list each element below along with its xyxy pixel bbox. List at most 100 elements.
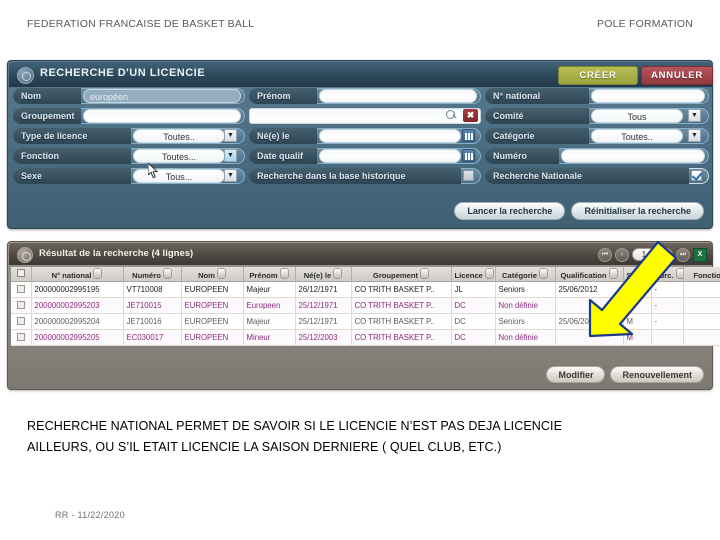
- field-sexe: Sexe Tous... ▼: [13, 168, 245, 184]
- field-type-licence: Type de licence Toutes.. ▼: [13, 128, 245, 144]
- field-comite-label: Comité: [485, 108, 589, 124]
- row-select-cell[interactable]: [11, 329, 32, 346]
- cell-n-national: 200000002995203: [31, 297, 124, 314]
- col-licence[interactable]: Licence: [451, 267, 496, 282]
- chevron-down-icon[interactable]: ▼: [224, 149, 237, 162]
- col-fonctions[interactable]: Fonctions: [683, 267, 720, 282]
- col-qualification[interactable]: Qualification: [555, 267, 624, 282]
- numero-input[interactable]: [561, 149, 705, 163]
- col-label: Groupement: [372, 271, 419, 280]
- sort-icon[interactable]: [420, 268, 430, 279]
- prenom-input[interactable]: [319, 89, 477, 103]
- field-groupement: Groupement: [13, 108, 245, 124]
- application-screenshot: RECHERCHE D'UN LICENCIE CRÉER ANNULER No…: [7, 60, 720, 390]
- col-categorie[interactable]: Catégorie: [495, 267, 556, 282]
- table-row[interactable]: 200000002995205 EC030017 EUROPEEN Mineur…: [11, 329, 720, 346]
- col-nee-le[interactable]: Né(e) le: [295, 267, 352, 282]
- chevron-down-icon[interactable]: ▼: [224, 129, 237, 142]
- nee-le-input[interactable]: [319, 129, 461, 143]
- last-page-button[interactable]: ⏭: [676, 247, 690, 262]
- cell-licence: DC: [451, 297, 496, 314]
- sort-icon[interactable]: [162, 268, 172, 279]
- sort-icon[interactable]: [333, 268, 343, 279]
- groupement-input[interactable]: [83, 109, 241, 123]
- chevron-down-icon[interactable]: ▼: [224, 169, 237, 182]
- field-nom-label: Nom: [13, 88, 81, 104]
- n-national-input[interactable]: [591, 89, 705, 103]
- search-form-column-middle: Prénom ✖ Né(e) le Date qualif Recherche …: [249, 88, 481, 188]
- type-licence-select[interactable]: Toutes..: [133, 129, 225, 143]
- first-page-button[interactable]: ⏮: [598, 247, 612, 262]
- row-checkbox[interactable]: [16, 316, 25, 325]
- col-label: Fonctions: [693, 271, 720, 280]
- col-n-national[interactable]: N° national: [31, 267, 124, 282]
- lancer-recherche-button[interactable]: Lancer la recherche: [454, 202, 566, 220]
- cell-groupement: CO TRITH BASKET P..: [351, 297, 452, 314]
- base-historique-checkbox[interactable]: [463, 170, 474, 181]
- chevron-down-icon[interactable]: ▼: [688, 109, 701, 122]
- col-nom[interactable]: Nom: [181, 267, 244, 282]
- cell-qualification: [555, 329, 624, 346]
- calendar-icon[interactable]: [462, 149, 475, 162]
- col-prenom[interactable]: Prénom: [243, 267, 296, 282]
- recherche-nationale-checkbox[interactable]: [691, 170, 702, 181]
- next-page-button[interactable]: ›: [659, 247, 673, 262]
- field-numero-label: Numéro: [485, 148, 559, 164]
- prev-page-button[interactable]: ‹: [615, 247, 629, 262]
- field-prenom: Prénom: [249, 88, 481, 104]
- row-checkbox[interactable]: [16, 332, 25, 341]
- field-type-licence-label: Type de licence: [13, 128, 131, 144]
- sort-icon[interactable]: [93, 268, 103, 279]
- calendar-icon[interactable]: [462, 129, 475, 142]
- clear-icon[interactable]: ✖: [463, 109, 478, 122]
- sort-icon[interactable]: [539, 268, 549, 279]
- table-row[interactable]: 200000002995195 VT710008 EUROPEEN Majeur…: [11, 281, 720, 298]
- chevron-down-icon[interactable]: ▼: [688, 129, 701, 142]
- date-qualif-input[interactable]: [319, 149, 461, 163]
- cell-n-national: 200000002995204: [31, 313, 124, 330]
- row-checkbox[interactable]: [16, 300, 25, 309]
- row-select-cell[interactable]: [11, 281, 32, 298]
- search-icon[interactable]: [446, 110, 457, 121]
- cell-numero: JE710015: [123, 297, 182, 314]
- results-title: Résultat de la recherche (4 lignes): [39, 248, 193, 259]
- cell-sexe: M: [623, 313, 652, 330]
- sort-icon[interactable]: [216, 268, 226, 279]
- row-select-cell[interactable]: [11, 297, 32, 314]
- col-groupement[interactable]: Groupement: [351, 267, 452, 282]
- reinitialiser-recherche-button[interactable]: Réinitialiser la recherche: [571, 202, 704, 220]
- renouvellement-button[interactable]: Renouvellement: [610, 366, 704, 383]
- results-panel: Résultat de la recherche (4 lignes) ⏮ ‹ …: [7, 241, 720, 390]
- table-row[interactable]: 200000002995204 JE710016 EUROPEEN Majeur…: [11, 313, 720, 330]
- cell-nom: EUROPEEN: [181, 281, 244, 298]
- col-numero[interactable]: Numéro: [123, 267, 182, 282]
- cell-surc: -: [651, 313, 684, 330]
- search-form-column-right: N° national Comité Tous ▼ Catégorie Tout…: [485, 88, 709, 188]
- row-select-cell[interactable]: [11, 313, 32, 330]
- select-all-checkbox[interactable]: [16, 269, 25, 277]
- cell-surc: -: [651, 281, 684, 298]
- comite-select[interactable]: Tous: [591, 109, 683, 123]
- slide-root: FEDERATION FRANCAISE DE BASKET BALL POLE…: [0, 0, 720, 540]
- row-checkbox[interactable]: [16, 284, 25, 293]
- categorie-select[interactable]: Toutes..: [591, 129, 683, 143]
- sexe-select[interactable]: Tous...: [133, 169, 225, 183]
- sort-icon[interactable]: [484, 268, 494, 279]
- sort-icon[interactable]: [608, 268, 618, 279]
- results-title-text: Résultat de la recherche: [39, 248, 149, 259]
- cell-nee-le: 25/12/1971: [295, 297, 352, 314]
- excel-export-icon[interactable]: X: [693, 247, 707, 262]
- select-all-header[interactable]: [11, 267, 32, 282]
- col-sexe[interactable]: Sexe: [623, 267, 652, 282]
- page-number-input[interactable]: 1: [632, 248, 656, 261]
- fonction-select[interactable]: Toutes...: [133, 149, 225, 163]
- table-row[interactable]: 200000002995203 JE710015 EUROPEEN Europe…: [11, 297, 720, 314]
- annuler-button[interactable]: ANNULER: [641, 66, 713, 85]
- col-surc[interactable]: Surc.: [651, 267, 684, 282]
- sort-icon[interactable]: [675, 268, 682, 279]
- sort-icon[interactable]: [279, 268, 289, 279]
- search-panel: RECHERCHE D'UN LICENCIE CRÉER ANNULER No…: [7, 60, 713, 229]
- nom-input[interactable]: européen: [83, 89, 241, 103]
- creer-button[interactable]: CRÉER: [558, 66, 638, 85]
- modifier-button[interactable]: Modifier: [546, 366, 606, 383]
